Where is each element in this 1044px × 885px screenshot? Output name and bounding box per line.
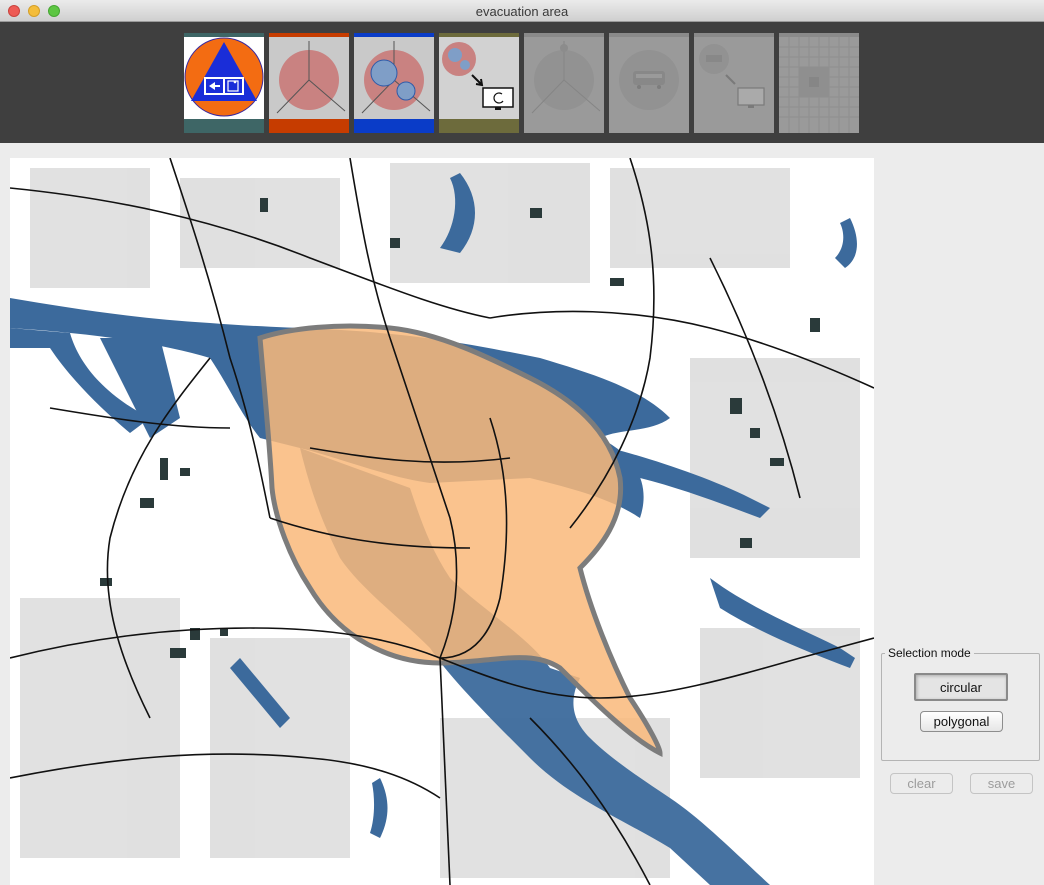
tool-circle-selection[interactable] [269,33,349,133]
tool-transport[interactable] [609,33,689,133]
tool-sector-view[interactable] [524,33,604,133]
title-bar: evacuation area [0,0,1044,22]
polygonal-mode-button[interactable]: polygonal [920,711,1003,732]
toolbar [0,22,1044,143]
window-title: evacuation area [475,4,569,19]
tool-grid-view[interactable] [779,33,859,133]
grid-view-icon [779,33,859,133]
sector-view-icon [524,33,604,133]
tool-export-to-screen[interactable] [439,33,519,133]
map-drawing [10,158,874,885]
save-button[interactable]: save [970,773,1033,794]
circular-mode-button[interactable]: circular [914,673,1008,701]
export-to-screen-icon [439,33,519,133]
selection-mode-panel [881,653,1040,761]
clear-button[interactable]: clear [890,773,953,794]
circle-selection-icon [269,33,349,133]
evacuation-sign-icon [184,33,264,133]
tool-multi-circle-selection[interactable] [354,33,434,133]
tool-export-small[interactable] [694,33,774,133]
multi-circle-selection-icon [354,33,434,133]
export-small-icon [694,33,774,133]
tool-evacuation-sign[interactable] [184,33,264,133]
map-canvas[interactable] [10,158,874,885]
bus-icon [609,33,689,133]
selection-mode-title: Selection mode [885,646,974,660]
